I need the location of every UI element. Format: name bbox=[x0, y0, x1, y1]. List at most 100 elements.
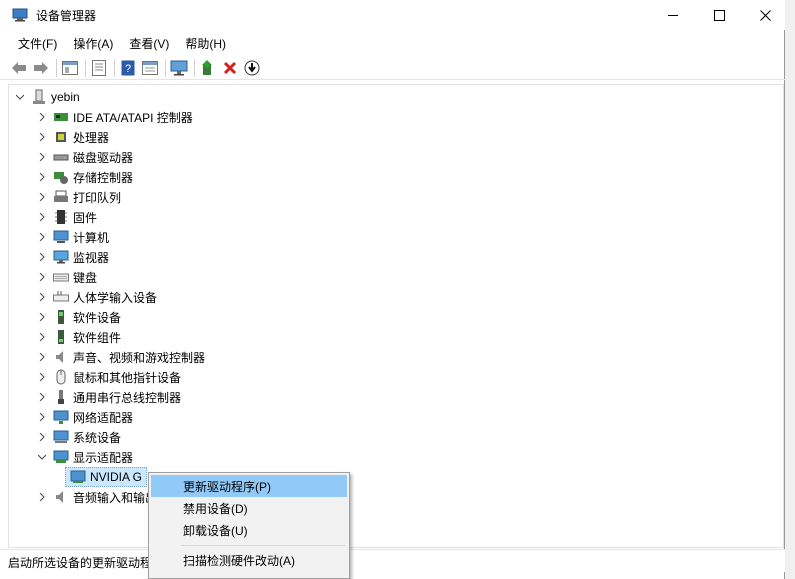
status-text: 启动所选设备的更新驱动程 bbox=[8, 556, 153, 570]
expand-chevron-icon[interactable] bbox=[35, 167, 49, 187]
hid-icon bbox=[53, 291, 69, 302]
forward-icon bbox=[34, 61, 48, 74]
tree-category-label: 人体学输入设备 bbox=[73, 290, 158, 305]
tree-category-label: 声音、视频和游戏控制器 bbox=[73, 350, 206, 365]
ctx-scan-hardware[interactable]: 扫描检测硬件改动(A) bbox=[151, 549, 347, 571]
back-button[interactable] bbox=[10, 59, 28, 77]
device-manager-window: 设备管理器 文件(F) 操作(A) 查看(V) 帮助(H) ? yebin ID… bbox=[0, 0, 785, 579]
tree-category-printer[interactable]: 打印队列 bbox=[35, 187, 121, 207]
expand-chevron-icon[interactable] bbox=[35, 407, 49, 427]
expand-chevron-icon[interactable] bbox=[35, 427, 49, 447]
uninstall-button[interactable] bbox=[221, 59, 239, 77]
download-button[interactable] bbox=[243, 59, 261, 77]
tree-root[interactable]: yebin bbox=[13, 87, 80, 107]
tree-category-label: 固件 bbox=[73, 210, 98, 225]
menu-help[interactable]: 帮助(H) bbox=[177, 33, 234, 53]
tree-category-label: 打印队列 bbox=[73, 190, 122, 205]
monitor-icon bbox=[170, 60, 188, 75]
display-adapter-device[interactable]: NVIDIA G bbox=[65, 467, 148, 487]
display-adapter-device-icon bbox=[70, 470, 86, 483]
ctx-uninstall-device[interactable]: 卸载设备(U) bbox=[151, 519, 347, 541]
expand-chevron-icon[interactable] bbox=[35, 127, 49, 147]
menu-action[interactable]: 操作(A) bbox=[65, 33, 121, 53]
expand-chevron-icon[interactable] bbox=[35, 347, 49, 367]
tree-category-audio-io[interactable]: 音频输入和输出 bbox=[35, 487, 157, 507]
tree-category-software-component[interactable]: 软件组件 bbox=[35, 327, 121, 347]
tree-category-system-device[interactable]: 系统设备 bbox=[35, 427, 121, 447]
tree-category-ide-controller[interactable]: IDE ATA/ATAPI 控制器 bbox=[35, 107, 193, 127]
expand-chevron-icon[interactable] bbox=[35, 287, 49, 307]
tree-category-hid[interactable]: 人体学输入设备 bbox=[35, 287, 157, 307]
collapse-chevron-icon[interactable] bbox=[35, 447, 49, 467]
printer-icon bbox=[54, 190, 68, 202]
disk-drive-icon bbox=[53, 154, 69, 161]
expand-chevron-icon[interactable] bbox=[35, 367, 49, 387]
usb-icon bbox=[58, 390, 64, 404]
software-device-icon bbox=[58, 310, 64, 324]
tree-category-storage-controller[interactable]: 存储控制器 bbox=[35, 167, 133, 187]
scan-hardware-button[interactable] bbox=[170, 59, 188, 77]
expand-chevron-icon[interactable] bbox=[35, 227, 49, 247]
tree-category-usb[interactable]: 通用串行总线控制器 bbox=[35, 387, 181, 407]
tree-category-firmware[interactable]: 固件 bbox=[35, 207, 97, 227]
help-button[interactable]: ? bbox=[119, 59, 137, 77]
tree-category-label: 磁盘驱动器 bbox=[73, 150, 134, 165]
minimize-button[interactable] bbox=[650, 0, 696, 30]
update-driver-icon bbox=[202, 59, 212, 75]
tree-category-sound[interactable]: 声音、视频和游戏控制器 bbox=[35, 347, 205, 367]
processor-icon bbox=[56, 132, 66, 142]
tree-category-processor[interactable]: 处理器 bbox=[35, 127, 109, 147]
expand-chevron-icon[interactable] bbox=[35, 267, 49, 287]
properties-button[interactable] bbox=[90, 59, 108, 77]
expand-chevron-icon[interactable] bbox=[35, 147, 49, 167]
expand-chevron-icon[interactable] bbox=[35, 387, 49, 407]
tree-category-disk-drive[interactable]: 磁盘驱动器 bbox=[35, 147, 133, 167]
window-title: 设备管理器 bbox=[36, 9, 97, 23]
ctx-separator bbox=[181, 545, 345, 546]
toolbar-separator bbox=[114, 58, 115, 77]
ctx-disable-device[interactable]: 禁用设备(D) bbox=[151, 497, 347, 519]
expand-chevron-icon[interactable] bbox=[35, 307, 49, 327]
close-button[interactable] bbox=[742, 0, 788, 30]
expand-chevron-icon[interactable] bbox=[35, 327, 49, 347]
show-hide-tree-button[interactable] bbox=[61, 59, 79, 77]
back-icon bbox=[12, 61, 26, 74]
network-adapter-icon bbox=[53, 410, 69, 424]
ide-controller-icon bbox=[54, 113, 68, 121]
tree-category-display-adapter[interactable]: 显示适配器 bbox=[35, 447, 133, 467]
forward-button[interactable] bbox=[32, 59, 50, 77]
status-bar: 启动所选设备的更新驱动程 bbox=[0, 549, 785, 572]
maximize-button[interactable] bbox=[696, 0, 742, 30]
firmware-icon bbox=[55, 210, 67, 224]
tree-category-label: 软件组件 bbox=[73, 330, 122, 345]
tree-category-keyboard[interactable]: 键盘 bbox=[35, 267, 97, 287]
collapse-chevron-icon[interactable] bbox=[13, 87, 27, 107]
tree-category-computer[interactable]: 计算机 bbox=[35, 227, 109, 247]
toolbar-separator bbox=[85, 58, 86, 77]
device-tree[interactable]: yebin IDE ATA/ATAPI 控制器 处理器磁盘驱动器存储控制器打印队列… bbox=[8, 84, 784, 548]
tree-category-label: 鼠标和其他指针设备 bbox=[73, 370, 182, 385]
menu-view[interactable]: 查看(V) bbox=[121, 33, 177, 53]
tree-category-monitor[interactable]: 监视器 bbox=[35, 247, 109, 267]
expand-chevron-icon[interactable] bbox=[35, 107, 49, 127]
uninstall-icon bbox=[223, 61, 237, 74]
toolbar-separator bbox=[56, 58, 57, 77]
expand-chevron-icon[interactable] bbox=[35, 187, 49, 207]
svg-text:?: ? bbox=[125, 63, 131, 75]
tree-category-mouse[interactable]: 鼠标和其他指针设备 bbox=[35, 367, 181, 387]
tree-root-label: yebin bbox=[51, 90, 80, 104]
ctx-update-driver[interactable]: 更新驱动程序(P) bbox=[151, 475, 347, 497]
view-button[interactable] bbox=[141, 59, 159, 77]
mouse-icon bbox=[56, 369, 66, 385]
title-bar[interactable]: 设备管理器 bbox=[0, 0, 785, 30]
expand-chevron-icon[interactable] bbox=[35, 247, 49, 267]
menu-file[interactable]: 文件(F) bbox=[10, 33, 65, 53]
close-icon bbox=[759, 9, 771, 21]
tree-category-network-adapter[interactable]: 网络适配器 bbox=[35, 407, 133, 427]
update-driver-button[interactable] bbox=[199, 59, 217, 77]
tree-category-software-device[interactable]: 软件设备 bbox=[35, 307, 121, 327]
tree-category-label: 监视器 bbox=[73, 250, 110, 265]
expand-chevron-icon[interactable] bbox=[35, 487, 49, 507]
expand-chevron-icon[interactable] bbox=[35, 207, 49, 227]
keyboard-icon bbox=[53, 273, 69, 282]
